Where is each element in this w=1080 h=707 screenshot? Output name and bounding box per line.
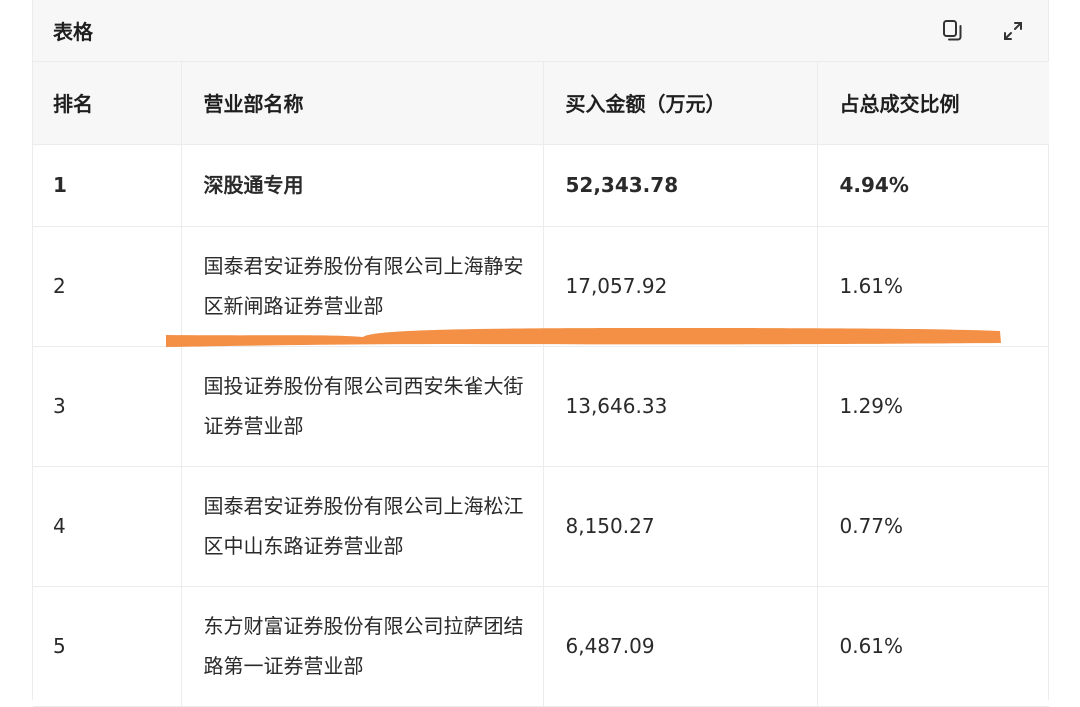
table-row: 1 深股通专用 52,343.78 4.94% <box>33 144 1049 227</box>
cell-rank: 2 <box>33 226 182 347</box>
card-header: 表格 <box>33 0 1048 62</box>
cell-buy-amount: 13,646.33 <box>543 346 818 467</box>
table-row: 2 国泰君安证券股份有限公司上海静安区新闸路证券营业部 17,057.92 1.… <box>33 226 1049 347</box>
cell-ratio: 1.29% <box>817 346 1049 467</box>
cell-branch-name: 国投证券股份有限公司西安朱雀大街证券营业部 <box>181 346 544 467</box>
cell-branch-name: 国泰君安证券股份有限公司上海松江区中山东路证券营业部 <box>181 466 544 587</box>
copy-icon[interactable] <box>940 18 966 44</box>
cell-rank: 1 <box>33 144 182 227</box>
header-actions <box>940 18 1028 44</box>
cell-branch-name: 国泰君安证券股份有限公司上海静安区新闸路证券营业部 <box>181 226 544 347</box>
cell-branch-name: 东方财富证券股份有限公司拉萨团结路第一证券营业部 <box>181 586 544 707</box>
cell-ratio: 1.61% <box>817 226 1049 347</box>
data-table: 排名 营业部名称 买入金额（万元） 占总成交比例 1 深股通专用 52,343.… <box>33 62 1049 707</box>
table-row: 5 东方财富证券股份有限公司拉萨团结路第一证券营业部 6,487.09 0.61… <box>33 586 1049 707</box>
table-row: 4 国泰君安证券股份有限公司上海松江区中山东路证券营业部 8,150.27 0.… <box>33 466 1049 587</box>
cell-buy-amount: 17,057.92 <box>543 226 818 347</box>
cell-ratio: 0.61% <box>817 586 1049 707</box>
cell-buy-amount: 6,487.09 <box>543 586 818 707</box>
cell-rank: 5 <box>33 586 182 707</box>
cell-ratio: 0.77% <box>817 466 1049 587</box>
card-title: 表格 <box>53 20 93 44</box>
table-header-row: 排名 营业部名称 买入金额（万元） 占总成交比例 <box>33 62 1049 145</box>
cell-ratio: 4.94% <box>817 144 1049 227</box>
table-row: 3 国投证券股份有限公司西安朱雀大街证券营业部 13,646.33 1.29% <box>33 346 1049 467</box>
table-card: 表格 排名 营业部名称 买入金额（万元） 占总成交比例 1 深股通专用 52,3… <box>32 0 1049 707</box>
cell-branch-name: 深股通专用 <box>181 144 544 227</box>
cell-buy-amount: 8,150.27 <box>543 466 818 587</box>
cell-rank: 3 <box>33 346 182 467</box>
cell-rank: 4 <box>33 466 182 587</box>
header-branch-name: 营业部名称 <box>181 62 544 145</box>
header-ratio: 占总成交比例 <box>817 62 1049 145</box>
cell-buy-amount: 52,343.78 <box>543 144 818 227</box>
header-rank: 排名 <box>33 62 182 145</box>
expand-icon[interactable] <box>1000 18 1026 44</box>
header-buy-amount: 买入金额（万元） <box>543 62 818 145</box>
